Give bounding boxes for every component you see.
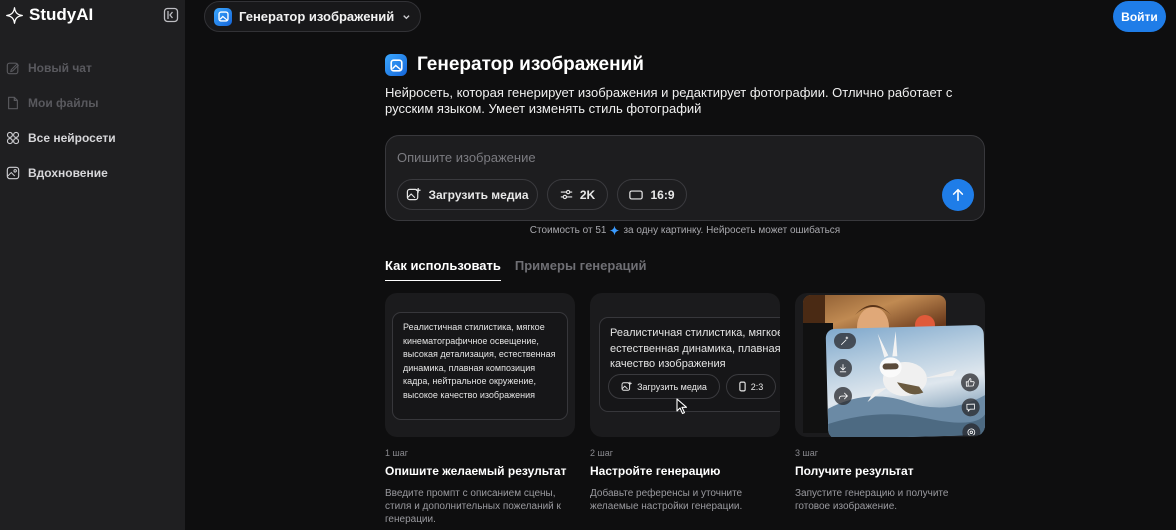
cost-note: Стоимость от 51 за одну картинку. Нейрос…	[385, 225, 985, 236]
login-button[interactable]: Войти	[1113, 1, 1166, 32]
model-selector[interactable]: Генератор изображений	[204, 1, 421, 32]
app-name: StudyAI	[29, 5, 94, 24]
grid-icon	[6, 131, 20, 144]
step-number: 3 шаг	[795, 448, 819, 458]
step-2-ratio-label: 2:3	[750, 381, 764, 392]
step-1-prompt-example: Реалистичная стилистика, мягкое кинемато…	[392, 312, 568, 420]
photo-actions	[960, 373, 981, 437]
share-icon	[834, 387, 852, 405]
step-card-2: Реалистичная стилистика, мягкое естестве…	[590, 293, 780, 513]
step-2-upload-button: Загрузить медиа	[608, 374, 720, 399]
sparkle-logo-icon	[6, 6, 23, 24]
step-2-preview: Реалистичная стилистика, мягкое естестве…	[590, 293, 780, 437]
send-button[interactable]	[942, 179, 974, 211]
step-2-prompt-example: Реалистичная стилистика, мягкое естестве…	[610, 327, 780, 370]
sidebar-item-my-files[interactable]: Мои файлы	[0, 85, 185, 120]
page-description: Нейросеть, которая генерирует изображени…	[385, 85, 953, 116]
upload-image-icon	[621, 381, 632, 391]
step-title: Опишите желаемый результат	[385, 464, 567, 478]
step-description: Добавьте референсы и уточните желаемые н…	[590, 488, 743, 512]
collapse-sidebar-icon[interactable]	[163, 7, 179, 23]
sidebar-item-label: Мои файлы	[28, 95, 99, 110]
sidebar: StudyAI Новый чат Мои файлы Все нейросет…	[0, 0, 185, 530]
aspect-ratio-button[interactable]: 16:9	[617, 179, 687, 210]
like-icon	[960, 373, 980, 392]
step-1-preview: Реалистичная стилистика, мягкое кинемато…	[385, 293, 575, 437]
cost-suffix: за одну картинку. Нейросеть может ошибат…	[623, 225, 841, 236]
prompt-input[interactable]	[397, 147, 937, 167]
logo[interactable]: StudyAI	[6, 5, 93, 25]
portrait-ratio-icon	[739, 381, 746, 392]
model-selector-label: Генератор изображений	[239, 9, 395, 24]
cursor-icon	[676, 398, 688, 415]
tabs: Как использовать Примеры генераций	[385, 258, 647, 281]
photo-tools	[834, 333, 856, 405]
arrow-up-icon	[952, 188, 964, 202]
file-icon	[8, 96, 18, 109]
sidebar-item-all-networks[interactable]: Все нейросети	[0, 120, 185, 155]
aspect-ratio-icon	[629, 189, 644, 200]
aspect-ratio-label: 16:9	[650, 187, 675, 202]
quality-label: 2K	[579, 187, 596, 202]
edit-icon	[6, 62, 19, 74]
tab-how-to-use[interactable]: Как использовать	[385, 258, 501, 281]
cost-prefix: Стоимость от 51	[529, 225, 607, 236]
quality-button[interactable]: 2K	[547, 179, 608, 210]
comment-icon	[961, 398, 980, 417]
image-generator-icon	[214, 7, 232, 26]
sidebar-item-label: Вдохновение	[28, 165, 108, 180]
sidebar-item-label: Новый чат	[28, 60, 92, 75]
step-number: 2 шаг	[590, 448, 614, 458]
step-card-3: 3 шаг Получите результат Запустите генер…	[795, 293, 985, 513]
step-title: Настройте генерацию	[590, 464, 721, 478]
sidebar-item-new-chat[interactable]: Новый чат	[0, 50, 185, 85]
sidebar-item-inspiration[interactable]: Вдохновение	[0, 155, 185, 190]
upload-media-label: Загрузить медиа	[428, 187, 529, 202]
step-2-prompt-panel: Реалистичная стилистика, мягкое естестве…	[599, 317, 780, 412]
settings-icon	[962, 423, 981, 437]
sliders-icon	[560, 189, 573, 200]
step-description: Введите промпт с описанием сцены, стиля …	[385, 488, 561, 525]
download-icon	[834, 359, 852, 377]
step-2-ratio-button: 2:3	[726, 374, 776, 399]
step-description: Запустите генерацию и получите готовое и…	[795, 488, 949, 512]
chevron-down-icon	[403, 14, 410, 19]
sparkle-token-icon	[609, 225, 620, 236]
prompt-box: Загрузить медиа 2K 16:9	[385, 135, 985, 221]
upload-image-icon	[407, 187, 422, 201]
step-number: 1 шаг	[385, 448, 409, 458]
tab-examples[interactable]: Примеры генераций	[515, 258, 647, 281]
step-title: Получите результат	[795, 464, 914, 478]
step-2-upload-label: Загрузить медиа	[637, 381, 707, 392]
sidebar-item-label: Все нейросети	[28, 130, 116, 145]
image-icon	[6, 166, 20, 179]
sidebar-nav: Новый чат Мои файлы Все нейросети Вдохно…	[0, 50, 185, 190]
title-row: Генератор изображений	[385, 54, 644, 76]
image-generator-icon	[385, 54, 407, 76]
step-3-preview	[795, 293, 985, 437]
upload-media-button[interactable]: Загрузить медиа	[397, 179, 538, 210]
magic-icon	[834, 333, 856, 349]
step-card-1: Реалистичная стилистика, мягкое кинемато…	[385, 293, 575, 526]
page-title: Генератор изображений	[417, 54, 644, 75]
